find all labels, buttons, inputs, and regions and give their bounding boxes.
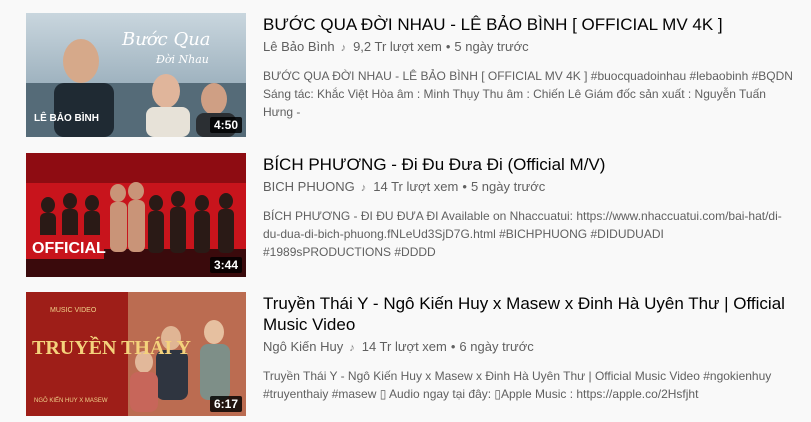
video-info-1: BƯỚC QUA ĐỜI NHAU - LÊ BẢO BÌNH [ OFFICI… <box>263 14 793 121</box>
video-duration-2: 3:44 <box>209 257 242 273</box>
thumbnail-title-text-1: Bước Qua <box>121 29 211 50</box>
music-note-icon: ♪ <box>349 342 355 354</box>
video-meta-2: BICH PHUONG ♪ 14 Tr lượt xem • 5 ngày trước <box>263 178 793 197</box>
video-description-3: Truyền Thái Y - Ngô Kiến Huy x Masew x Đ… <box>263 369 772 401</box>
search-results-list: Bước Qua Đời Nhau LÊ BẢO BÌNH 4:50 BƯỚC … <box>0 0 811 422</box>
video-meta-1: Lê Bảo Bình ♪ 9,2 Tr lượt xem • 5 ngày trước <box>263 38 793 57</box>
thumbnail-subtitle-text-1: Đời Nhau <box>155 53 209 66</box>
video-title-1[interactable]: BƯỚC QUA ĐỜI NHAU - LÊ BẢO BÌNH [ OFFICI… <box>263 14 793 35</box>
channel-name-2[interactable]: BICH PHUONG <box>263 179 355 194</box>
video-info-2: BÍCH PHƯƠNG - Đi Đu Đưa Đi (Official M/V… <box>263 154 793 261</box>
video-title-2[interactable]: BÍCH PHƯƠNG - Đi Đu Đưa Đi (Official M/V… <box>263 154 793 175</box>
meta-separator: • <box>462 179 467 194</box>
video-description-2: BÍCH PHƯƠNG - ĐI ĐU ĐƯA ĐI Available on … <box>263 209 782 259</box>
video-duration-3: 6:17 <box>209 396 242 412</box>
video-thumbnail-3[interactable]: MUSIC VIDEO TRUYỀN THÁI Y NGÔ KIẾN HUY X… <box>26 292 246 416</box>
upload-age-2: 5 ngày trước <box>470 179 546 194</box>
thumbnail-top-text-3: MUSIC VIDEO <box>50 307 97 314</box>
view-count-3: 14 Tr lượt xem <box>361 339 447 354</box>
video-title-3[interactable]: Truyền Thái Y - Ngô Kiến Huy x Masew x Đ… <box>263 293 793 335</box>
upload-age-3: 6 ngày trước <box>459 339 534 354</box>
thumbnail-subtitle-text-3: NGÔ KIẾN HUY X MASEW <box>34 397 108 404</box>
video-meta-3: Ngô Kiến Huy ♪ 14 Tr lượt xem • 6 ngày trước <box>263 338 793 357</box>
video-info-3: Truyền Thái Y - Ngô Kiến Huy x Masew x Đ… <box>263 293 793 403</box>
video-thumbnail-1[interactable]: Bước Qua Đời Nhau LÊ BẢO BÌNH 4:50 <box>26 13 246 137</box>
view-count-1: 9,2 Tr lượt xem <box>353 39 442 54</box>
meta-separator: • <box>450 339 456 354</box>
video-duration-1: 4:50 <box>209 117 242 133</box>
channel-name-1[interactable]: Lê Bảo Bình <box>263 39 335 54</box>
view-count-2: 14 Tr lượt xem <box>373 179 459 194</box>
music-note-icon: ♪ <box>340 42 347 54</box>
thumbnail-badge-text-2: OFFICIAL <box>32 240 106 257</box>
music-note-icon: ♪ <box>360 182 367 194</box>
video-description-1: BƯỚC QUA ĐỜI NHAU - LÊ BẢO BÌNH [ OFFICI… <box>263 69 793 119</box>
channel-name-3[interactable]: Ngô Kiến Huy <box>263 339 343 354</box>
meta-separator: • <box>445 39 451 54</box>
thumbnail-badge-text-1: LÊ BẢO BÌNH <box>34 111 99 124</box>
upload-age-1: 5 ngày trước <box>454 39 529 54</box>
video-thumbnail-2[interactable]: OFFICIAL 3:44 <box>26 153 246 277</box>
thumbnail-title-text-3: TRUYỀN THÁI Y <box>32 335 191 359</box>
